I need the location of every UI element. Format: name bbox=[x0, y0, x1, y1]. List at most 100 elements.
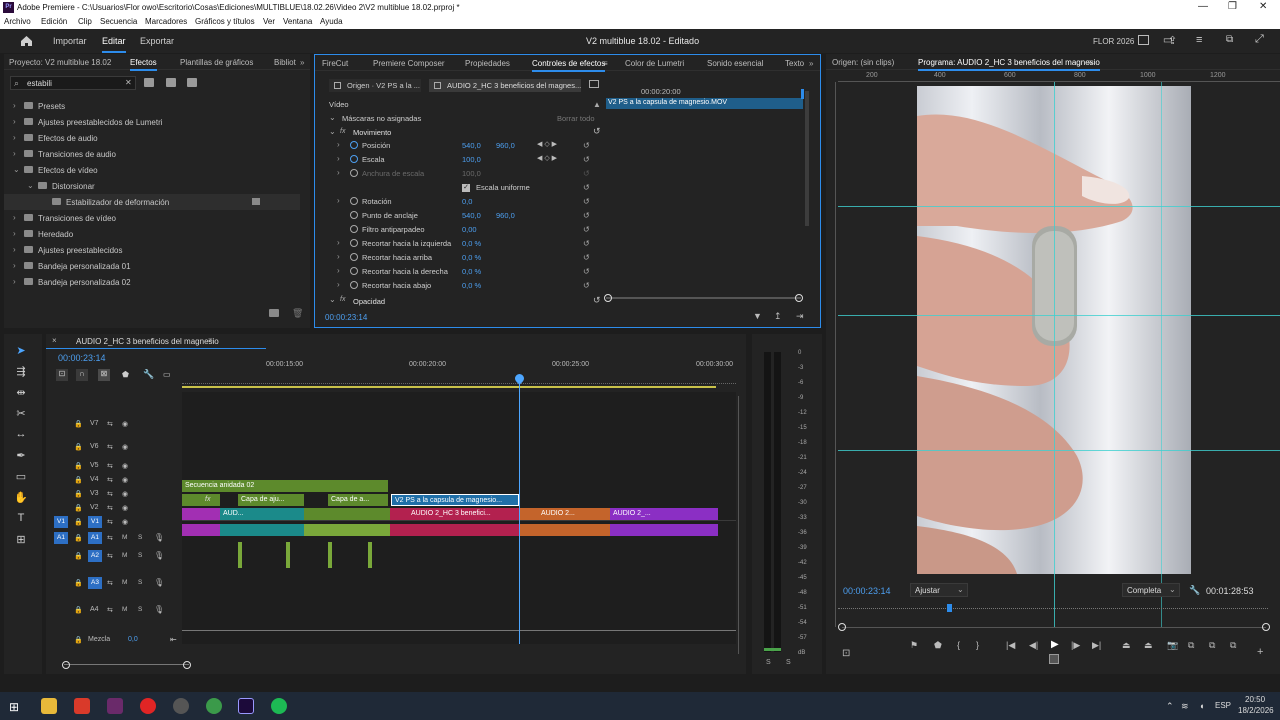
tray-chevron-icon[interactable]: ⌃ bbox=[1166, 701, 1174, 712]
vr-video-icon[interactable]: ⧉ bbox=[1230, 640, 1236, 651]
close-icon[interactable]: ✕ bbox=[1259, 1, 1267, 12]
chevron-right-icon[interactable]: › bbox=[337, 140, 340, 149]
menu-ver[interactable]: Ver bbox=[263, 17, 275, 26]
solo-button[interactable]: S bbox=[138, 579, 142, 586]
tab-color-lumetri[interactable]: Color de Lumetri bbox=[625, 59, 684, 68]
sync-lock-icon[interactable]: ⇆ bbox=[107, 606, 113, 614]
property-value-2[interactable]: 960,0 bbox=[496, 211, 515, 220]
clear-search-icon[interactable]: ✕ bbox=[125, 78, 132, 87]
nest-icon[interactable]: ⊡ bbox=[56, 369, 68, 381]
video-track-header[interactable]: 🔒 V6 ⇆ ◉ bbox=[46, 441, 166, 455]
sync-lock-icon[interactable]: ⇆ bbox=[107, 504, 113, 512]
mix-value[interactable]: 0,0 bbox=[128, 636, 138, 643]
eye-icon[interactable]: ◉ bbox=[122, 420, 128, 428]
clip-audio-3[interactable]: AUDIO 2_... bbox=[610, 508, 718, 520]
eye-icon[interactable]: ◉ bbox=[122, 518, 128, 526]
eye-icon[interactable]: ◉ bbox=[122, 462, 128, 470]
tab-efectos[interactable]: Efectos bbox=[130, 58, 157, 71]
audio-track-header[interactable]: 🔒 A2 ⇆ M S 🎙 bbox=[46, 550, 166, 564]
guide-h3[interactable] bbox=[838, 450, 1280, 451]
tab-exportar[interactable]: Exportar bbox=[140, 36, 174, 46]
tab-controles-efectos[interactable]: Controles de efectos bbox=[532, 59, 606, 72]
pen-tool-icon[interactable]: ✒ bbox=[12, 449, 30, 465]
sync-lock-icon[interactable]: ⇆ bbox=[107, 579, 113, 587]
captions-icon[interactable]: ▭ bbox=[163, 370, 171, 379]
search-input[interactable]: ⌕ estabili ✕ bbox=[10, 76, 136, 90]
reset-parameter-icon[interactable]: ↺ bbox=[583, 239, 590, 248]
effects-tree-item[interactable]: ⌄ Efectos de vídeo bbox=[4, 162, 300, 178]
timeline-vscroll[interactable] bbox=[738, 396, 739, 654]
clip-nested-sequence[interactable]: Secuencia anidada 02 bbox=[182, 480, 388, 492]
safe-margins-icon[interactable]: ⊡ bbox=[842, 648, 850, 659]
audio-a1-a[interactable] bbox=[182, 524, 220, 536]
lock-icon[interactable]: 🔒 bbox=[74, 462, 83, 470]
property-value[interactable]: 0,0 % bbox=[462, 239, 481, 248]
timeline-ruler[interactable]: 00:00:15:00 00:00:20:00 00:00:25:00 00:0… bbox=[182, 361, 736, 384]
clock-date[interactable]: 18/2/2026 bbox=[1238, 706, 1274, 715]
effects-tree-item[interactable]: ⌄ Distorsionar bbox=[4, 178, 300, 194]
lift-icon[interactable]: ⏏ bbox=[1122, 640, 1131, 651]
microphone-icon[interactable]: 🎙 bbox=[154, 551, 164, 560]
reset-parameter-icon[interactable]: ↺ bbox=[583, 183, 590, 192]
chevron-right-icon[interactable]: › bbox=[337, 154, 340, 163]
property-value[interactable]: 100,0 bbox=[462, 169, 481, 178]
ec-scrollbar[interactable] bbox=[805, 91, 809, 226]
fit-dropdown[interactable]: Ajustar ⌄ bbox=[910, 583, 968, 597]
chevron-right-icon[interactable]: › bbox=[13, 245, 16, 254]
solo-button[interactable]: S bbox=[138, 606, 142, 613]
solo-left-button[interactable]: S bbox=[766, 659, 771, 666]
menu-lines-icon[interactable]: ≡ bbox=[1196, 34, 1202, 46]
tab-proyecto[interactable]: Proyecto: V2 multiblue 18.02 bbox=[9, 58, 111, 67]
play-icon[interactable]: ▶ bbox=[1051, 639, 1059, 650]
chevron-right-icon[interactable]: › bbox=[13, 261, 16, 270]
extract-icon[interactable]: ⏏ bbox=[1144, 640, 1153, 651]
snap-icon[interactable]: ∩ bbox=[76, 369, 88, 381]
work-area-bar[interactable] bbox=[182, 386, 716, 388]
keyframe-nav-icon[interactable]: ◀ ◇ ▶ bbox=[537, 154, 557, 162]
guide-h2[interactable] bbox=[838, 315, 1280, 316]
audio-track-header[interactable]: 🔒 A3 ⇆ M S 🎙 bbox=[46, 577, 166, 591]
property-value[interactable]: 0,0 % bbox=[462, 267, 481, 276]
chevron-down-icon[interactable]: ⌄ bbox=[27, 181, 34, 190]
volume-icon[interactable]: ◖ bbox=[1199, 701, 1204, 711]
settings-icon[interactable]: ⇥ bbox=[796, 311, 804, 322]
lock-icon[interactable]: 🔒 bbox=[74, 552, 83, 560]
expand-icon[interactable]: ⤢ bbox=[1255, 33, 1264, 46]
stopwatch-icon[interactable] bbox=[350, 141, 358, 149]
mute-button[interactable]: M bbox=[122, 552, 127, 559]
menu-secuencia[interactable]: Secuencia bbox=[100, 17, 137, 26]
guide-v1[interactable] bbox=[1054, 82, 1055, 627]
effects-tree-item[interactable]: › Transiciones de vídeo bbox=[4, 210, 300, 226]
reset-parameter-icon[interactable]: ↺ bbox=[583, 253, 590, 262]
sync-lock-icon[interactable]: ⇆ bbox=[107, 443, 113, 451]
menu-ayuda[interactable]: Ayuda bbox=[320, 17, 343, 26]
sequence-menu-icon[interactable]: ≡ bbox=[208, 336, 213, 345]
ec-timecode[interactable]: 00:00:23:14 bbox=[325, 313, 367, 322]
tab-sonido-esencial[interactable]: Sonido esencial bbox=[707, 59, 763, 68]
ec-playhead[interactable] bbox=[801, 89, 804, 99]
go-to-end-icon[interactable]: ⇤ bbox=[170, 635, 177, 644]
ripple-edit-icon[interactable]: ⇹ bbox=[12, 386, 30, 402]
go-to-out-icon[interactable]: ▶| bbox=[1092, 640, 1101, 651]
close-sequence-icon[interactable]: × bbox=[52, 336, 57, 345]
tab-origen[interactable]: Origen: (sin clips) bbox=[832, 58, 894, 67]
recorder-icon[interactable] bbox=[140, 698, 156, 714]
linked-selection-icon[interactable]: ⊠ bbox=[98, 369, 110, 381]
quality-dropdown[interactable]: Completa ⌄ bbox=[1122, 583, 1180, 597]
chevron-right-icon[interactable]: › bbox=[337, 252, 340, 261]
sync-lock-icon[interactable]: ⇆ bbox=[107, 476, 113, 484]
panel-menu-icon[interactable]: ≡ bbox=[603, 59, 608, 68]
property-value[interactable]: 100,0 bbox=[462, 155, 481, 164]
tab-texto[interactable]: Texto bbox=[785, 59, 804, 68]
program-zoom-left[interactable] bbox=[838, 623, 846, 631]
ec-zoom-handle-left[interactable] bbox=[604, 294, 612, 302]
tab-firecut[interactable]: FireCut bbox=[322, 59, 348, 68]
add-marker-icon[interactable]: ⬟ bbox=[122, 370, 129, 379]
lock-icon[interactable]: 🔒 bbox=[74, 420, 83, 428]
timeline-playhead[interactable] bbox=[519, 378, 520, 644]
sync-lock-icon[interactable]: ⇆ bbox=[107, 518, 113, 526]
effects-tree-item[interactable]: › Presets bbox=[4, 98, 300, 114]
app-icon[interactable] bbox=[107, 698, 123, 714]
property-value[interactable]: 0,0 % bbox=[462, 253, 481, 262]
premiere-taskbar-icon[interactable] bbox=[238, 698, 254, 714]
